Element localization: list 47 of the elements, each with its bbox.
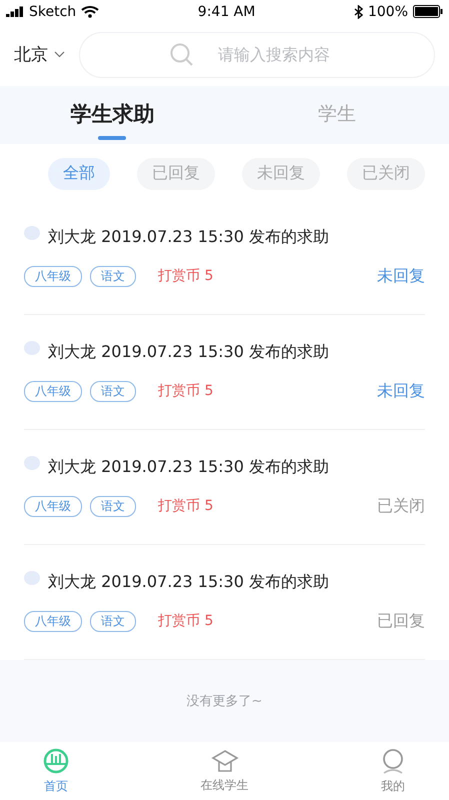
filter-chip[interactable]: 已回复 xyxy=(137,158,215,190)
tag: 八年级 xyxy=(24,610,82,632)
nav-item[interactable]: 首页 xyxy=(20,742,92,800)
nav-item[interactable]: 在线学生 xyxy=(188,742,260,800)
nav-item[interactable]: 我的 xyxy=(357,742,429,800)
filter-chip[interactable]: 全部 xyxy=(48,158,110,190)
end-of-list-note: 没有更多了~ xyxy=(186,693,262,710)
reward-coins: 打赏币 5 xyxy=(158,267,214,286)
battery-percent: 100% xyxy=(368,4,408,20)
request-title[interactable]: 刘大龙 2019.07.23 15:30 发布的求助 xyxy=(48,572,329,593)
request-status: 已回复 xyxy=(377,610,425,632)
tab[interactable]: 学生求助 xyxy=(0,86,224,144)
tag: 语文 xyxy=(90,610,136,632)
avatar-dot xyxy=(24,226,40,240)
reward-coins: 打赏币 5 xyxy=(158,612,214,630)
tab[interactable]: 学生 xyxy=(224,86,449,144)
search-icon xyxy=(169,42,195,68)
search-field[interactable]: 请输入搜索内容 xyxy=(79,32,435,78)
request-title[interactable]: 刘大龙 2019.07.23 15:30 发布的求助 xyxy=(48,456,329,478)
request-status: 未回复 xyxy=(377,380,425,402)
request-status: 已关闭 xyxy=(377,496,425,517)
reward-coins: 打赏币 5 xyxy=(158,382,214,400)
city-selector[interactable]: 北京 xyxy=(14,43,65,66)
profile-icon xyxy=(381,748,405,774)
battery-icon xyxy=(413,5,443,18)
request-title[interactable]: 刘大龙 2019.07.23 15:30 发布的求助 xyxy=(48,342,329,363)
chevron-down-icon xyxy=(54,51,65,58)
bluetooth-icon xyxy=(354,4,363,19)
avatar-dot xyxy=(24,456,40,470)
tag: 八年级 xyxy=(24,266,82,287)
filter-chip[interactable]: 未回复 xyxy=(242,158,320,190)
wifi-icon xyxy=(81,5,100,18)
carrier-name: Sketch xyxy=(29,4,76,20)
reward-coins: 打赏币 5 xyxy=(158,497,214,516)
filter-chip[interactable]: 已关闭 xyxy=(347,158,425,190)
home-icon xyxy=(43,748,69,774)
tag: 语文 xyxy=(90,496,136,517)
tag: 八年级 xyxy=(24,380,82,402)
avatar-dot xyxy=(24,341,40,356)
signal-icon xyxy=(6,6,24,18)
tag: 语文 xyxy=(90,380,136,402)
tag: 语文 xyxy=(90,266,136,287)
avatar-dot xyxy=(24,571,40,586)
status-time: 9:41 AM xyxy=(198,4,256,20)
request-status: 未回复 xyxy=(377,266,425,287)
request-title[interactable]: 刘大龙 2019.07.23 15:30 发布的求助 xyxy=(48,226,329,248)
tag: 八年级 xyxy=(24,496,82,517)
